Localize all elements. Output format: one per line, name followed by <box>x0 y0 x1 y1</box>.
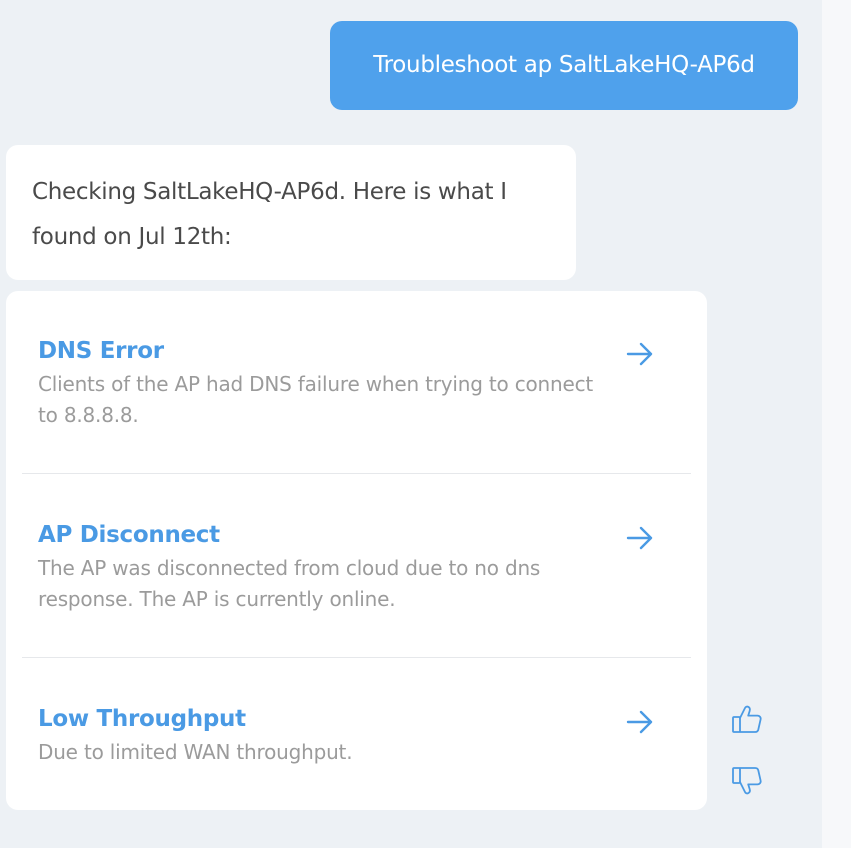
result-description: Clients of the AP had DNS failure when t… <box>38 372 594 427</box>
user-message-bubble: Troubleshoot ap SaltLakeHQ-AP6d <box>330 21 798 110</box>
thumbs-down-icon[interactable] <box>730 763 764 797</box>
bot-message-bubble: Checking SaltLakeHQ-AP6d. Here is what I… <box>6 145 576 280</box>
result-title: AP Disconnect <box>38 522 220 548</box>
arrow-right-icon[interactable] <box>625 708 655 736</box>
divider <box>22 473 691 474</box>
thumbs-up-icon[interactable] <box>730 703 764 737</box>
divider <box>22 657 691 658</box>
result-title: DNS Error <box>38 338 164 364</box>
user-message-text: Troubleshoot ap SaltLakeHQ-AP6d <box>373 52 755 78</box>
result-description: Due to limited WAN throughput. <box>38 740 353 764</box>
result-description: The AP was disconnected from cloud due t… <box>38 556 541 611</box>
bot-message-text: Checking SaltLakeHQ-AP6d. Here is what I… <box>32 179 507 250</box>
arrow-right-icon[interactable] <box>625 524 655 552</box>
result-item-dns-error[interactable]: DNS Error Clients of the AP had DNS fail… <box>6 291 707 475</box>
result-item-ap-disconnect[interactable]: AP Disconnect The AP was disconnected fr… <box>6 475 707 659</box>
right-edge-panel <box>822 0 851 848</box>
result-item-low-throughput[interactable]: Low Throughput Due to limited WAN throug… <box>6 659 707 843</box>
arrow-right-icon[interactable] <box>625 340 655 368</box>
troubleshoot-results-card: DNS Error Clients of the AP had DNS fail… <box>6 291 707 810</box>
result-title: Low Throughput <box>38 706 246 732</box>
